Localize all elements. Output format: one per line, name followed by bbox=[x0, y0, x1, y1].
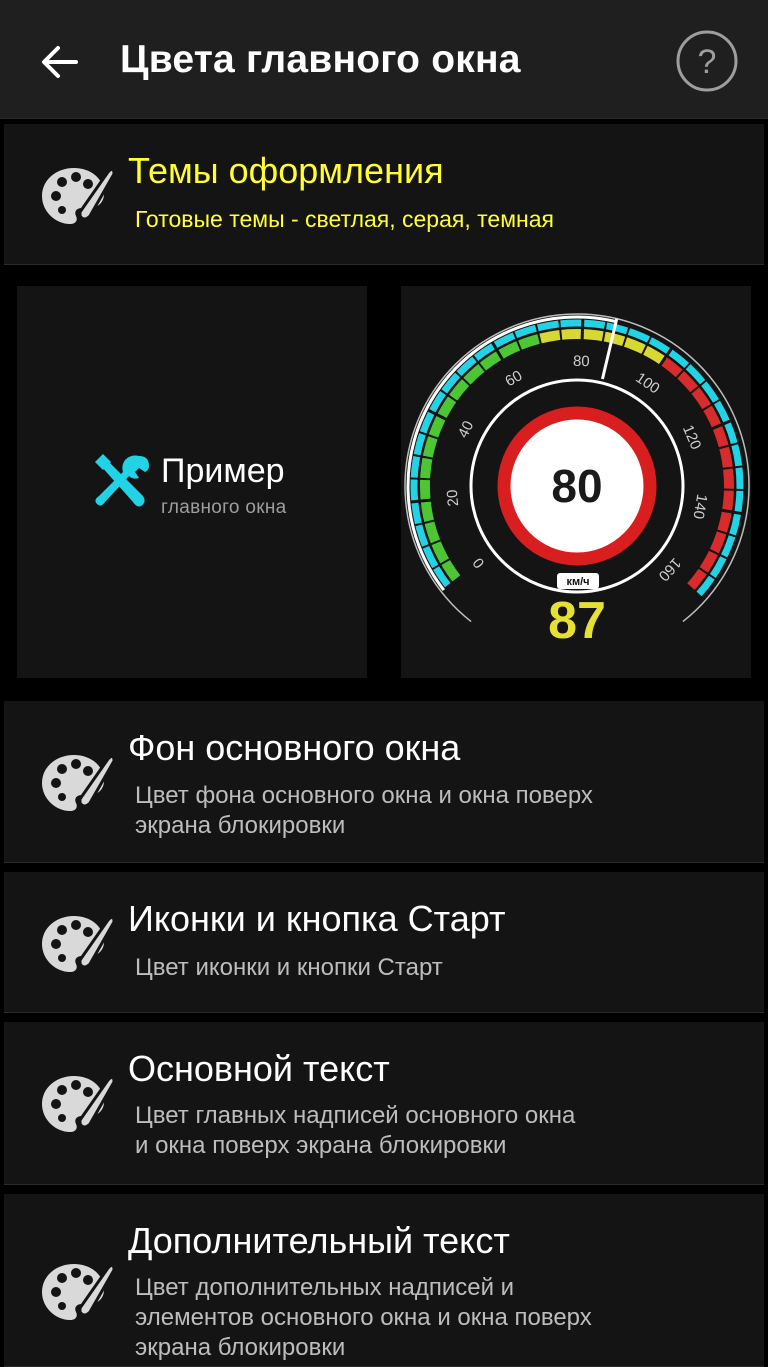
setting-extra-text-card[interactable]: Дополнительный текст Цвет дополнительных… bbox=[4, 1194, 764, 1367]
subtitle-line: экрана блокировки bbox=[135, 812, 346, 839]
question-circle-icon: ? bbox=[676, 30, 738, 92]
preview-gauge-panel: 0 20 40 60 80 100 120 140 160 80 км/ч 87 bbox=[401, 286, 751, 678]
gauge-tick-label: 40 bbox=[455, 418, 478, 441]
themes-subtitle: Готовые темы - светлая, серая, темная bbox=[135, 206, 554, 232]
gauge-tick bbox=[410, 477, 432, 481]
setting-background-card[interactable]: Фон основного окна Цвет фона основного о… bbox=[4, 701, 764, 863]
setting-subtitle: Цвет иконки и кнопки Старт bbox=[135, 953, 735, 983]
gauge-tick-label: 120 bbox=[679, 422, 704, 452]
subtitle-line: Цвет иконки и кнопки Старт bbox=[135, 954, 443, 981]
gauge-tick-label: 80 bbox=[573, 353, 590, 371]
setting-title: Дополнительный текст bbox=[128, 1220, 510, 1261]
setting-title: Основной текст bbox=[128, 1048, 390, 1089]
setting-title: Фон основного окна bbox=[128, 727, 461, 768]
page-title: Цвета главного окна bbox=[120, 38, 521, 81]
gauge-tick-label: 140 bbox=[689, 493, 710, 520]
themes-title: Темы оформления bbox=[128, 150, 444, 191]
app-bar: Цвета главного окна ? bbox=[0, 0, 768, 119]
gauge-tick bbox=[580, 319, 585, 341]
gauge-tick-label: 100 bbox=[632, 369, 662, 397]
setting-subtitle: Цвет дополнительных надписей и элементов… bbox=[135, 1273, 735, 1363]
setting-subtitle: Цвет главных надписей основного окна и о… bbox=[135, 1101, 735, 1161]
themes-card[interactable]: Темы оформления Готовые темы - светлая, … bbox=[4, 124, 764, 265]
svg-text:?: ? bbox=[698, 43, 717, 81]
speedometer-gauge: 0 20 40 60 80 100 120 140 160 80 км/ч 87 bbox=[404, 313, 750, 650]
gauge-tick-label: 0 bbox=[470, 554, 489, 571]
wrench-screwdriver-icon bbox=[95, 454, 149, 507]
speed-limit-value: 80 bbox=[551, 460, 602, 512]
gauge-tick-label: 160 bbox=[655, 554, 684, 584]
setting-subtitle: Цвет фона основного окна и окна поверх э… bbox=[135, 781, 735, 841]
subtitle-line: элементов основного окна и окна поверх bbox=[135, 1304, 592, 1331]
subtitle-line: и окна поверх экрана блокировки bbox=[135, 1132, 507, 1159]
current-speed: 87 bbox=[548, 592, 606, 650]
setting-icons-card[interactable]: Иконки и кнопка Старт Цвет иконки и кноп… bbox=[4, 872, 764, 1013]
gauge-tick-label: 20 bbox=[444, 489, 463, 507]
example-subtitle: главного окна bbox=[161, 497, 287, 518]
help-button[interactable]: ? bbox=[676, 30, 738, 92]
palette-icon bbox=[40, 1074, 116, 1134]
palette-icon bbox=[40, 1262, 116, 1322]
subtitle-line: Цвет дополнительных надписей и bbox=[135, 1274, 515, 1301]
gauge-tick bbox=[410, 498, 432, 504]
setting-title: Иконки и кнопка Старт bbox=[128, 898, 506, 939]
speed-unit: км/ч bbox=[566, 576, 589, 588]
gauge-tick-label: 60 bbox=[502, 367, 525, 390]
palette-icon bbox=[40, 753, 116, 813]
palette-icon bbox=[40, 914, 116, 974]
example-title: Пример bbox=[161, 452, 285, 490]
subtitle-line: Цвет главных надписей основного окна bbox=[135, 1102, 576, 1129]
gauge-tick bbox=[722, 488, 744, 492]
setting-main-text-card[interactable]: Основной текст Цвет главных надписей осн… bbox=[4, 1022, 764, 1185]
subtitle-line: Цвет фона основного окна и окна поверх bbox=[135, 782, 593, 809]
back-button[interactable] bbox=[34, 36, 86, 88]
arrow-left-icon bbox=[42, 46, 78, 78]
preview-example-panel: Пример главного окна bbox=[17, 286, 367, 678]
subtitle-line: экрана блокировки bbox=[135, 1334, 346, 1361]
palette-icon bbox=[40, 166, 116, 226]
